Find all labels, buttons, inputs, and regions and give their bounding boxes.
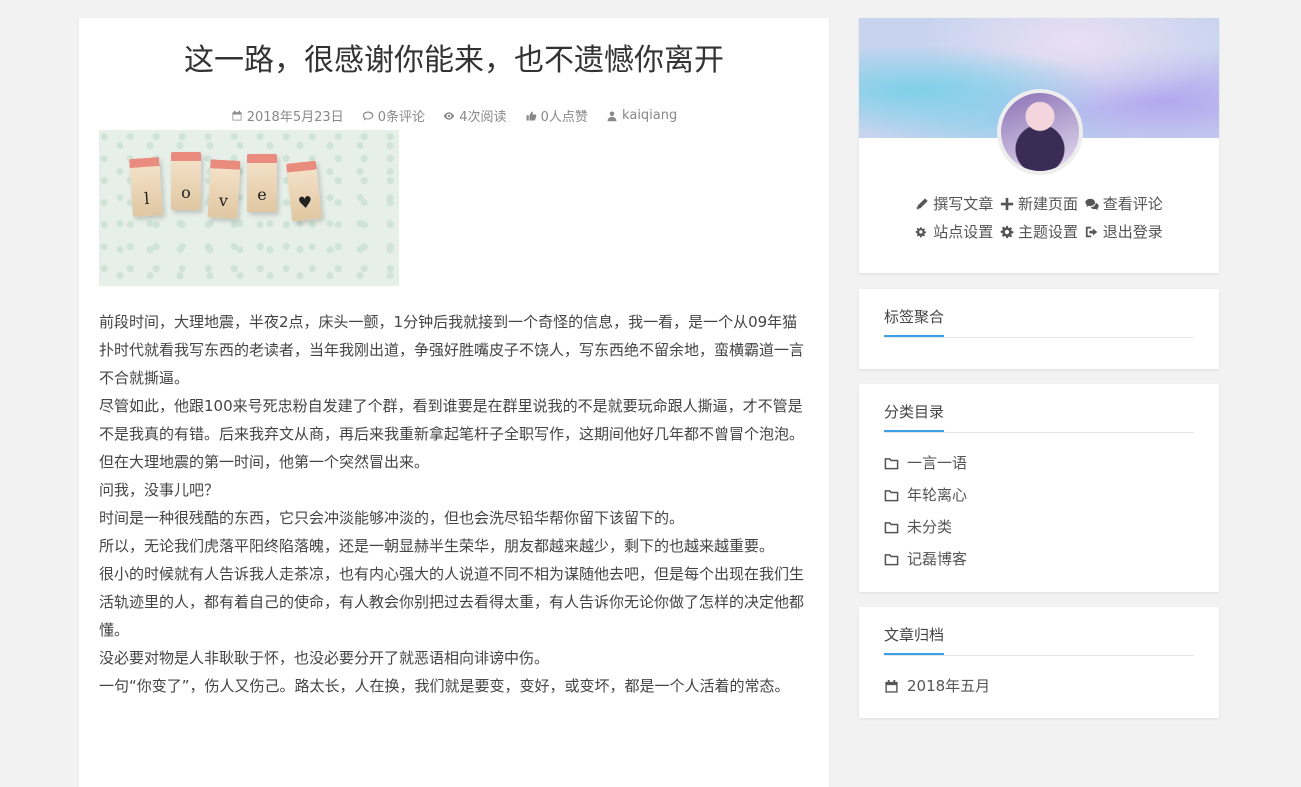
article-content: 前段时间，大理地震，半夜2点，床头一颤，1分钟后我就接到一个奇怪的信息，我一看，… [99,308,809,700]
archive-item[interactable]: 2018年五月 [884,670,1194,702]
article-paragraph: 所以，无论我们虎落平阳终陷落魄，还是一朝显赫半生荣华，朋友都越来越少，剩下的也越… [99,537,775,555]
stamp-block-e: e [247,154,277,212]
article-paragraph: 但在大理地震的第一时间，他第一个突然冒出来。 [99,453,430,471]
meta-views-text: 4次阅读 [459,110,507,125]
sign-out-icon [1085,226,1098,238]
folder-icon [884,457,899,469]
category-item[interactable]: 年轮离心 [884,479,1194,511]
meta-views: 4次阅读 [443,106,506,125]
meta-author[interactable]: kaiqiang [606,108,677,123]
eye-icon [443,111,455,120]
gear-icon [1000,225,1014,239]
site-settings-label: 站点设置 [933,223,994,241]
stamp-block-heart: ♥ [286,160,322,222]
article-paragraph: 前段时间，大理地震，半夜2点，床头一颤，1分钟后我就接到一个奇怪的信息，我一看，… [99,313,805,387]
theme-settings-link[interactable]: 主题设置 [1000,218,1078,246]
comments-icon [1085,198,1099,211]
profile-card: 撰写文章 新建页面 查看评论 站点设置 主题设置 退出登录 [859,18,1219,273]
thumbs-up-icon [526,111,536,120]
avatar[interactable] [997,89,1083,175]
category-list: 一言一语 年轮离心 未分类 记磊博客 [884,447,1194,575]
calendar-icon [885,679,898,693]
archive-label: 2018年五月 [907,677,991,695]
tags-widget-title: 标签聚合 [884,307,945,337]
folder-icon [884,521,899,533]
category-label: 未分类 [907,518,953,536]
categories-widget-header: 分类目录 [884,384,1194,433]
tags-widget: 标签聚合 [859,289,1219,369]
stamp-block-l: l [129,157,163,217]
categories-widget-title: 分类目录 [884,402,945,432]
stamp-block-o: o [171,152,201,210]
comment-icon [362,111,374,120]
article-meta: 2018年5月23日 0条评论 4次阅读 0人点赞 kaiqiang [99,106,809,126]
logout-link[interactable]: 退出登录 [1085,218,1163,246]
category-item[interactable]: 未分类 [884,511,1194,543]
article-paragraph: 时间是一种很残酷的东西，它只会冲淡能够冲淡的，但也会洗尽铅华帮你留下该留下的。 [99,509,685,527]
folder-icon [884,489,899,501]
write-post-link[interactable]: 撰写文章 [915,190,993,218]
article-paragraph: 没必要对物是人非耿耿于怀，也没必要分开了就恶语相向诽谤中伤。 [99,649,550,667]
meta-comments[interactable]: 0条评论 [362,106,425,125]
tags-widget-header: 标签聚合 [884,289,1194,338]
meta-comments-text: 0条评论 [377,110,426,125]
theme-settings-label: 主题设置 [1017,223,1078,241]
article-paragraph: 一句“你变了”，伤人又伤己。路太长，人在换，我们就是要变，变好，或变坏，都是一个… [99,677,790,695]
view-comments-label: 查看评论 [1102,195,1163,213]
calendar-icon [232,110,242,120]
write-post-label: 撰写文章 [933,195,994,213]
article-title[interactable]: 这一路，很感谢你能来，也不遗憾你离开 [99,40,809,86]
view-comments-link[interactable]: 查看评论 [1085,190,1163,218]
meta-author-text: kaiqiang [622,108,678,123]
article-card: 这一路，很感谢你能来，也不遗憾你离开 2018年5月23日 0条评论 4次阅读 … [79,18,829,787]
archive-widget: 文章归档 2018年五月 [859,607,1219,718]
plus-icon [1000,197,1014,211]
site-settings-link[interactable]: 站点设置 [915,218,993,246]
admin-row-2: 站点设置 主题设置 退出登录 [859,218,1219,246]
folder-icon [884,553,899,565]
category-label: 记磊博客 [907,550,968,568]
new-page-link[interactable]: 新建页面 [1000,190,1078,218]
pencil-icon [916,198,928,210]
categories-widget: 分类目录 一言一语 年轮离心 未分类 记磊博客 [859,384,1219,592]
archive-list: 2018年五月 [884,670,1194,702]
user-icon [607,111,617,121]
category-label: 一言一语 [907,454,968,472]
admin-links: 撰写文章 新建页面 查看评论 站点设置 主题设置 退出登录 [859,190,1219,246]
article-paragraph: 问我，没事儿吧？ [99,481,220,499]
meta-likes[interactable]: 0人点赞 [525,106,588,125]
category-label: 年轮离心 [907,486,968,504]
category-item[interactable]: 一言一语 [884,447,1194,479]
article-paragraph: 尽管如此，他跟100来号死忠粉自发建了个群，看到谁要是在群里说我的不是就要玩命跟… [99,397,805,443]
category-item[interactable]: 记磊博客 [884,543,1194,575]
admin-row-1: 撰写文章 新建页面 查看评论 [859,190,1219,218]
meta-date: 2018年5月23日 [231,106,344,125]
archive-widget-header: 文章归档 [884,607,1194,656]
logout-label: 退出登录 [1102,223,1163,241]
meta-likes-text: 0人点赞 [540,110,588,125]
cogs-icon [915,227,927,238]
archive-widget-title: 文章归档 [884,625,945,655]
article-paragraph: 很小的时候就有人告诉我人走茶凉，也有内心强大的人说道不同不相为谋随他去吧，但是每… [99,565,805,639]
article-thumbnail[interactable]: l o v e ♥ [99,130,399,286]
meta-date-text: 2018年5月23日 [246,110,344,125]
new-page-label: 新建页面 [1017,195,1078,213]
stamp-block-v: v [207,159,241,219]
